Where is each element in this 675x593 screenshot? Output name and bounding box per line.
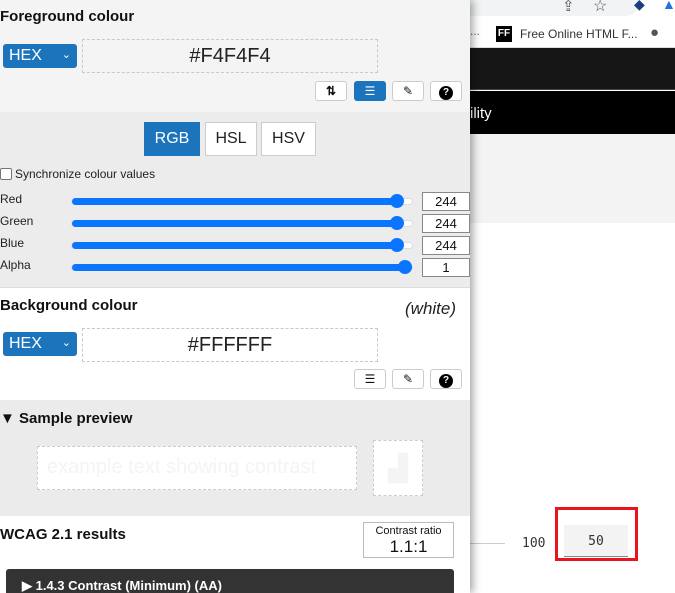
background-title: Background colour — [0, 297, 138, 314]
site-header — [470, 48, 675, 90]
channel-input-red[interactable]: 244 — [422, 192, 470, 211]
tab-hsl[interactable]: HSL — [205, 122, 257, 156]
wcag-results-section: WCAG 2.1 results Contrast ratio 1.1:1 ▶ … — [0, 516, 470, 593]
value-input[interactable]: 50 — [564, 525, 628, 557]
sample-text-box: example text showing contrast — [37, 446, 357, 490]
criterion-label: 1.4.3 Contrast (Minimum) (AA) — [35, 578, 222, 593]
tab-rgb[interactable]: RGB — [144, 122, 200, 156]
foreground-section: Foreground colour HEX ⌄ #F4F4F4 ⇅ ☰ ✎ ? — [0, 0, 470, 112]
slider-fill — [72, 242, 398, 249]
slider-fill — [72, 264, 412, 271]
extension-icon[interactable]: ◆ — [634, 0, 645, 13]
slider-fill — [72, 220, 398, 227]
tab-hsv[interactable]: HSV — [261, 122, 316, 156]
channel-input-green[interactable]: 244 — [422, 214, 470, 233]
format-value: HEX — [9, 335, 42, 352]
slider-green[interactable] — [71, 216, 413, 230]
contrast-ratio-value: 1.1:1 — [389, 537, 428, 556]
eyedropper-icon: ✎ — [402, 84, 414, 98]
channel-label-blue: Blue — [0, 236, 25, 250]
range-max-label: 100 — [522, 536, 546, 551]
globe-icon[interactable]: ● — [650, 24, 659, 41]
eyedropper-icon: ✎ — [402, 372, 414, 386]
chevron-down-icon: ⌄ — [61, 337, 71, 349]
sliders-button[interactable]: ☰ — [354, 81, 386, 101]
channel-input-blue[interactable]: 244 — [422, 236, 470, 255]
chevron-down-icon: ⌄ — [61, 49, 71, 61]
sample-chart-icon: ▟ — [373, 440, 423, 496]
star-icon[interactable]: ☆ — [593, 0, 607, 16]
contrast-ratio-box: Contrast ratio 1.1:1 — [363, 522, 454, 558]
colour-name: (white) — [405, 299, 457, 318]
eyedropper-button[interactable]: ✎ — [392, 369, 424, 389]
slider-fill — [72, 198, 398, 205]
eyedropper-button[interactable]: ✎ — [392, 81, 424, 101]
triangle-down-icon: ▼ — [0, 410, 20, 427]
share-icon[interactable]: ⇪ — [562, 0, 575, 15]
slider-blue[interactable] — [71, 238, 413, 252]
swap-icon: ⇅ — [325, 84, 337, 98]
sliders-icon: ☰ — [364, 84, 376, 98]
channel-label-alpha: Alpha — [0, 258, 31, 272]
channel-input-alpha[interactable]: 1 — [422, 258, 470, 277]
slider-alpha[interactable] — [71, 260, 413, 274]
foreground-title: Foreground colour — [0, 8, 135, 25]
extension-icon-2[interactable]: ▲ — [662, 0, 675, 12]
bookmark-link[interactable]: Free Online HTML F... — [520, 27, 638, 41]
sliders-icon: ☰ — [364, 372, 376, 386]
slider-track[interactable] — [470, 543, 505, 544]
sample-preview-section: ▼ Sample preview example text showing co… — [0, 400, 470, 516]
bookmarks-bar: ... FF Free Online HTML F... ● — [470, 16, 675, 48]
bookmark-favicon: FF — [496, 26, 512, 42]
foreground-hex-input[interactable]: #F4F4F4 — [82, 39, 378, 73]
foreground-format-select[interactable]: HEX ⌄ — [3, 44, 77, 68]
slider-red[interactable] — [71, 194, 413, 208]
channel-label-red: Red — [0, 192, 23, 206]
sync-label: Synchronize colour values — [15, 167, 156, 181]
wcag-results-title: WCAG 2.1 results — [0, 526, 126, 543]
sample-preview-toggle[interactable]: ▼ Sample preview — [0, 410, 132, 427]
sync-checkbox[interactable] — [0, 168, 12, 180]
help-icon: ? — [439, 86, 453, 100]
help-button[interactable]: ? — [430, 81, 462, 101]
background-hex-input[interactable]: #FFFFFF — [82, 328, 378, 362]
nav-item[interactable]: ility — [470, 105, 492, 122]
criterion-1-4-3-toggle[interactable]: ▶ 1.4.3 Contrast (Minimum) (AA) — [6, 569, 454, 593]
address-bar[interactable] — [440, 0, 640, 16]
colour-contrast-panel: Foreground colour HEX ⌄ #F4F4F4 ⇅ ☰ ✎ ? R… — [0, 0, 470, 593]
swap-colours-button[interactable]: ⇅ — [315, 81, 347, 101]
site-nav: ility — [470, 91, 675, 134]
background-format-select[interactable]: HEX ⌄ — [3, 332, 77, 356]
help-button[interactable]: ? — [430, 369, 462, 389]
sliders-button[interactable]: ☰ — [354, 369, 386, 389]
triangle-right-icon: ▶ — [22, 578, 36, 593]
format-value: HEX — [9, 47, 42, 64]
help-icon: ? — [439, 374, 453, 388]
background-section: Background colour (white) HEX ⌄ #FFFFFF ☰… — [0, 289, 470, 400]
site-banner — [470, 134, 675, 223]
channel-label-green: Green — [0, 214, 34, 228]
contrast-ratio-label: Contrast ratio — [375, 525, 442, 537]
sample-preview-title: Sample preview — [19, 410, 133, 427]
